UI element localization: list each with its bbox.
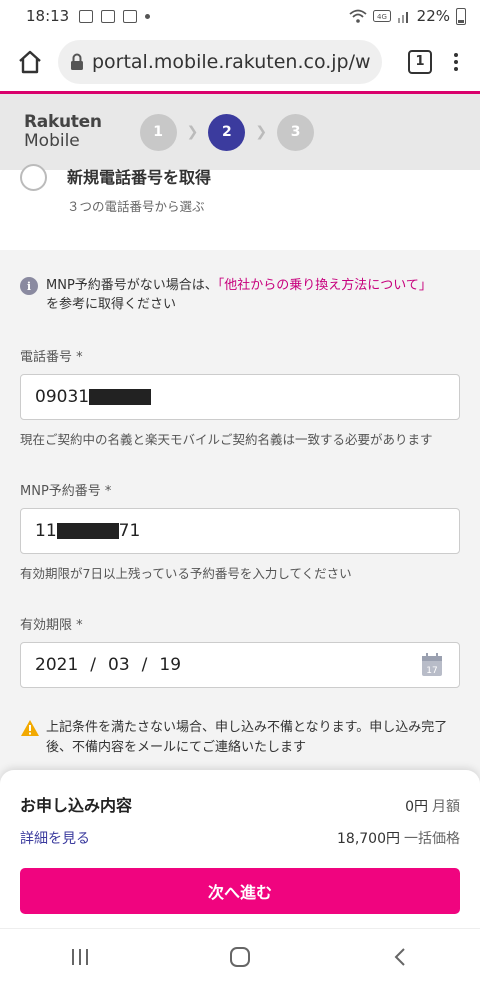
home-circle-icon: [230, 947, 250, 967]
expiry-year: 2021: [35, 655, 79, 675]
recent-apps-icon: [72, 949, 88, 965]
phone-input[interactable]: 09031: [20, 374, 460, 420]
date-separator: /: [141, 655, 148, 675]
recent-apps-button[interactable]: [50, 937, 110, 977]
redaction-bar: [89, 389, 152, 405]
info-icon: i: [20, 277, 38, 295]
monthly-price: 0円 月額: [405, 796, 460, 816]
date-separator: /: [90, 655, 96, 675]
monthly-price-value: 0円: [405, 799, 428, 815]
mnp-form: i MNP予約番号がない場合は、「他社からの乗り換え方法について」を参考に取得く…: [0, 250, 480, 758]
lump-price-unit: 一括価格: [404, 831, 460, 847]
mnp-help: 有効期限が7日以上残っている予約番号を入力してください: [20, 566, 352, 581]
calendar-icon-day: 17: [426, 666, 437, 676]
new-number-sub: ３つの電話番号から選ぶ: [67, 199, 205, 214]
battery-percent: 22%: [416, 7, 450, 25]
notification-icons: [79, 9, 151, 23]
phone-value: 09031: [35, 387, 90, 407]
expiry-label: 有効期限 *: [20, 618, 83, 633]
chevron-right-icon: ❯: [186, 124, 199, 140]
transfer-method-link[interactable]: 「他社からの乗り換え方法について」: [218, 278, 432, 293]
mnp-info-suffix: を参考に取得ください: [46, 297, 177, 312]
battery-icon: [456, 7, 466, 25]
redaction-bar: [56, 523, 119, 539]
summary-row-monthly: お申し込み内容 0円 月額: [20, 792, 460, 816]
calculator-icon: [79, 9, 94, 23]
mnp-number-input[interactable]: 11 71: [20, 508, 460, 554]
tab-switcher-button[interactable]: 1: [408, 49, 432, 74]
next-button[interactable]: 次へ進む: [20, 868, 460, 914]
monthly-price-unit: 月額: [432, 799, 460, 815]
warning-text: 上記条件を満たさない場合、申し込み不備となります。申し込み完了後、不備内容をメー…: [46, 720, 448, 755]
android-nav-bar: [0, 928, 480, 985]
expiry-date-input[interactable]: 2021 / 03 / 19 17: [20, 642, 460, 688]
chevron-right-icon: ❯: [255, 124, 268, 140]
back-button[interactable]: [370, 937, 430, 977]
rakuten-mobile-logo[interactable]: Rakuten Mobile: [24, 113, 102, 151]
url-text: portal.mobile.rakuten.co.jp/w: [91, 50, 370, 73]
home-icon: [19, 50, 41, 73]
step-3: 3: [277, 113, 315, 151]
home-button[interactable]: [12, 44, 48, 80]
url-field[interactable]: portal.mobile.rakuten.co.jp/w: [58, 39, 382, 84]
step-1: 1: [139, 113, 177, 151]
browser-menu-button[interactable]: [444, 52, 468, 71]
signal-icon: [397, 12, 408, 23]
calendar-icon[interactable]: 17: [421, 653, 443, 677]
expiry-day: 19: [159, 655, 182, 675]
mnp-info-text: MNP予約番号がない場合は、「他社からの乗り換え方法について」を参考に取得くださ…: [46, 276, 432, 314]
mnp-info: i MNP予約番号がない場合は、「他社からの乗り換え方法について」を参考に取得く…: [20, 276, 460, 314]
phone-label: 電話番号 *: [20, 350, 83, 365]
summary-title: お申し込み内容: [20, 796, 133, 815]
image-icon: [101, 9, 116, 23]
mnp-info-prefix: MNP予約番号がない場合は、: [46, 278, 218, 293]
details-link[interactable]: 詳細を見る: [20, 828, 90, 848]
logo-line2: Mobile: [24, 131, 80, 151]
svg-text:4G: 4G: [377, 13, 387, 21]
system-icons: 4G 22%: [349, 7, 466, 25]
browser-toolbar: portal.mobile.rakuten.co.jp/w 1: [0, 32, 480, 94]
step-2: 2: [208, 113, 246, 151]
logo-line1: Rakuten: [24, 112, 102, 132]
phone-help: 現在ご契約中の名義と楽天モバイルご契約名義は一致する必要があります: [20, 432, 433, 447]
expiry-month: 03: [108, 655, 130, 675]
new-number-option[interactable]: 新規電話番号を取得 ３つの電話番号から選ぶ: [0, 164, 480, 250]
new-number-radio[interactable]: [20, 164, 47, 191]
more-notifications-icon: [145, 13, 151, 19]
status-bar: 18:13 4G 22%: [0, 0, 480, 32]
order-summary-panel: お申し込み内容 0円 月額 詳細を見る 18,700円 一括価格 次へ進む: [0, 770, 480, 928]
lump-price: 18,700円 一括価格: [337, 828, 460, 848]
step-indicator: 1 ❯ 2 ❯ 3: [139, 113, 315, 151]
home-nav-button[interactable]: [210, 937, 270, 977]
mnp-value-prefix: 11: [35, 521, 57, 541]
status-time: 18:13: [26, 7, 70, 25]
warning-notice: 上記条件を満たさない場合、申し込み不備となります。申し込み完了後、不備内容をメー…: [20, 718, 460, 758]
wifi-icon: [349, 9, 367, 23]
lump-price-value: 18,700円: [337, 831, 400, 847]
new-number-label: 新規電話番号を取得: [67, 168, 212, 187]
mnp-number-label: MNP予約番号 *: [20, 484, 112, 499]
cast-icon: [123, 9, 138, 23]
lock-icon: [70, 53, 83, 70]
warning-icon: [21, 720, 39, 736]
back-icon: [394, 948, 405, 966]
summary-row-lump: 詳細を見る 18,700円 一括価格: [20, 816, 460, 848]
site-header: Rakuten Mobile 1 ❯ 2 ❯ 3: [0, 94, 480, 170]
volte-icon: 4G: [372, 10, 391, 22]
mnp-value-suffix: 71: [118, 521, 141, 541]
